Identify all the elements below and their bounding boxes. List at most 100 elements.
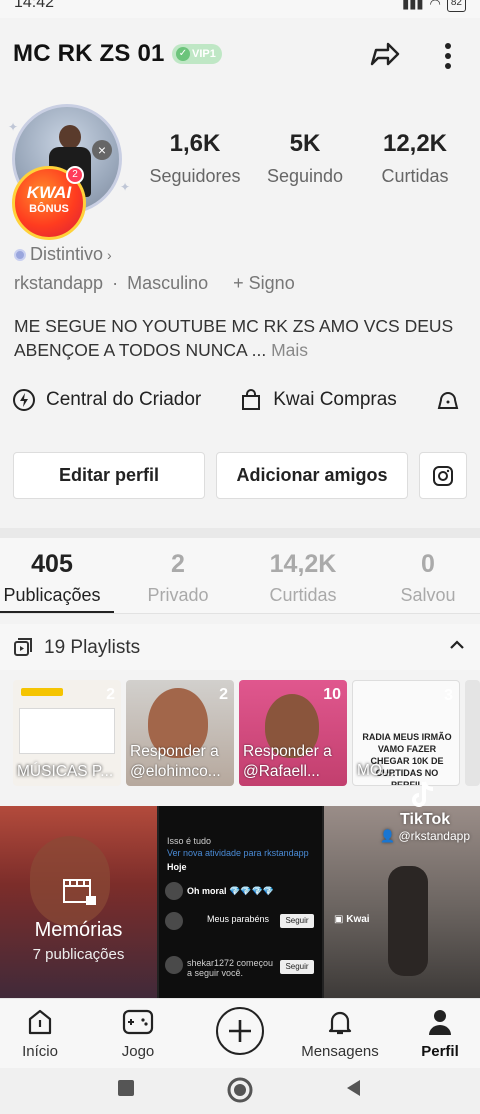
distintivo-label: Distintivo	[30, 244, 104, 264]
signal-icon: ▮▮▮	[402, 0, 424, 11]
nav-messages[interactable]: Mensagens	[296, 1007, 384, 1060]
home-button[interactable]	[226, 1076, 254, 1109]
plus-icon	[229, 1020, 251, 1042]
tiktok-logo-icon	[412, 781, 434, 807]
tab-count: 2	[171, 550, 185, 578]
memories-overlay: Memórias 7 publicações	[0, 876, 157, 963]
close-icon[interactable]: ×	[92, 140, 112, 160]
nav-label: Mensagens	[301, 1043, 379, 1060]
vip-label: VIP1	[192, 48, 216, 60]
playlist-card-partial[interactable]	[465, 680, 480, 786]
nav-profile[interactable]: Perfil	[414, 1007, 466, 1060]
profile-header: MC RK ZS 01 ✓ VIP1	[0, 18, 480, 98]
tab-privado[interactable]: 2 Privado	[130, 550, 226, 606]
memories-title: Memórias	[34, 919, 123, 941]
bell-icon	[437, 392, 459, 409]
kwai-bonus-count: 2	[66, 166, 84, 184]
bio-more-link[interactable]: Mais	[271, 340, 308, 360]
kwai-bonus-title: KWAI	[26, 183, 72, 202]
more-options-button[interactable]	[434, 36, 462, 76]
tab-label: Privado	[147, 585, 209, 605]
creator-center-label: Central do Criador	[46, 389, 202, 410]
memories-cell[interactable]: Memórias 7 publicações	[0, 806, 157, 1002]
tab-curtidas[interactable]: 14,2K Curtidas	[250, 550, 356, 606]
gamepad-icon	[122, 1009, 154, 1035]
playlists-header[interactable]: 19 Playlists	[0, 624, 480, 670]
add-sign-link[interactable]: + Signo	[233, 273, 295, 293]
playlist-caption: Responder a @elohimco...	[130, 743, 221, 780]
chevron-up-icon[interactable]	[448, 636, 466, 654]
tab-publicacoes[interactable]: 405 Publicações	[0, 550, 104, 606]
stat-following[interactable]: 5K Seguindo	[250, 130, 360, 200]
avatar	[165, 956, 183, 974]
nav-games[interactable]: Jogo	[110, 1007, 166, 1060]
content-tabs: 405 Publicações 2 Privado 14,2K Curtidas…	[0, 538, 480, 614]
notif-emojis: Oh moral 💎💎💎💎	[187, 886, 274, 896]
badge-icon	[14, 248, 26, 261]
status-icons: ▮▮▮ ◠ 82	[402, 0, 466, 12]
playlist-card[interactable]: 10 Responder a @Rafaell...	[239, 680, 347, 786]
nav-label: Perfil	[421, 1043, 459, 1060]
playlist-card[interactable]: 2 MÚSICAS P...	[13, 680, 121, 786]
circle-icon	[227, 1077, 253, 1103]
thumb-doc	[19, 708, 115, 754]
playlist-icon	[14, 638, 32, 656]
back-button[interactable]	[344, 1078, 364, 1103]
home-icon	[28, 1009, 52, 1035]
video-cell[interactable]: Isso é tudo Ver nova atividade para rkst…	[159, 806, 322, 1002]
tiktok-handle: 👤 @rkstandapp	[380, 829, 470, 843]
profile-meta: rkstandapp · Masculino + Signo	[14, 273, 299, 294]
distintivo-link[interactable]: Distintivo ›	[14, 244, 112, 265]
share-button[interactable]	[364, 34, 404, 74]
tab-label: Curtidas	[269, 585, 337, 605]
bio-text: ME SEGUE NO YOUTUBE MC RK ZS AMO VCS DEU…	[14, 316, 454, 360]
stat-label: Seguidores	[149, 166, 241, 186]
create-post-button[interactable]	[216, 1007, 264, 1055]
playlist-card[interactable]: RADIA MEUS IRMÃO VAMO FAZER CHEGAR 10K D…	[352, 680, 460, 786]
tab-count: 14,2K	[269, 550, 337, 578]
extra-link[interactable]	[435, 388, 471, 412]
share-icon	[370, 42, 400, 66]
edit-profile-button[interactable]: Editar perfil	[13, 452, 205, 499]
profile-username: MC RK ZS 01	[13, 40, 165, 67]
status-bar: 14:42 ▮▮▮ ◠ 82	[0, 0, 480, 18]
bottom-navigation: Início Jogo Mensagens Perfil	[0, 998, 480, 1068]
playlists-title: 19 Playlists	[44, 637, 141, 658]
instagram-button[interactable]	[419, 452, 467, 499]
tab-count: 405	[31, 550, 73, 578]
tab-count: 0	[421, 550, 435, 578]
vip-badge[interactable]: ✓ VIP1	[172, 44, 222, 64]
bolt-icon	[13, 389, 35, 411]
bell-icon	[328, 1011, 352, 1035]
notif-text: shekar1272 começou a seguir você.	[187, 958, 274, 978]
add-friends-button[interactable]: Adicionar amigos	[216, 452, 408, 499]
playlist-caption: Responder a @Rafaell...	[243, 743, 332, 780]
back-triangle-icon	[347, 1080, 360, 1096]
nav-label: Jogo	[121, 1043, 155, 1060]
person-icon	[429, 1010, 451, 1035]
follow-button[interactable]: Seguir	[280, 960, 314, 974]
kwai-bonus-subtitle: BÔNUS	[29, 203, 69, 215]
notif-text: Hoje	[167, 862, 187, 872]
stat-followers[interactable]: 1,6K Seguidores	[140, 130, 250, 200]
follow-button[interactable]: Seguir	[280, 914, 314, 928]
check-icon: ✓	[176, 47, 190, 61]
stat-likes[interactable]: 12,2K Curtidas	[360, 130, 470, 200]
avatar-head	[59, 125, 81, 149]
shopping-bag-icon	[242, 389, 261, 410]
square-icon	[118, 1080, 134, 1096]
recents-button[interactable]	[116, 1078, 136, 1103]
playlist-caption: MÚSICAS P...	[17, 763, 114, 780]
tab-salvou[interactable]: 0 Salvou	[388, 550, 468, 606]
film-lock-icon	[62, 879, 96, 905]
system-navigation	[0, 1068, 480, 1114]
playlist-card[interactable]: 2 Responder a @elohimco...	[126, 680, 234, 786]
creator-center-link[interactable]: Central do Criador	[12, 388, 201, 412]
battery-icon: 82	[446, 0, 466, 12]
kwai-watermark: ▣ Kwai	[334, 914, 370, 925]
stat-value: 1,6K	[169, 130, 221, 157]
nav-home[interactable]: Início	[12, 1007, 68, 1060]
sparkle-icon: ✦	[8, 120, 19, 134]
playlist-count: 3	[444, 687, 453, 704]
kwai-shop-link[interactable]: Kwai Compras	[239, 388, 397, 412]
